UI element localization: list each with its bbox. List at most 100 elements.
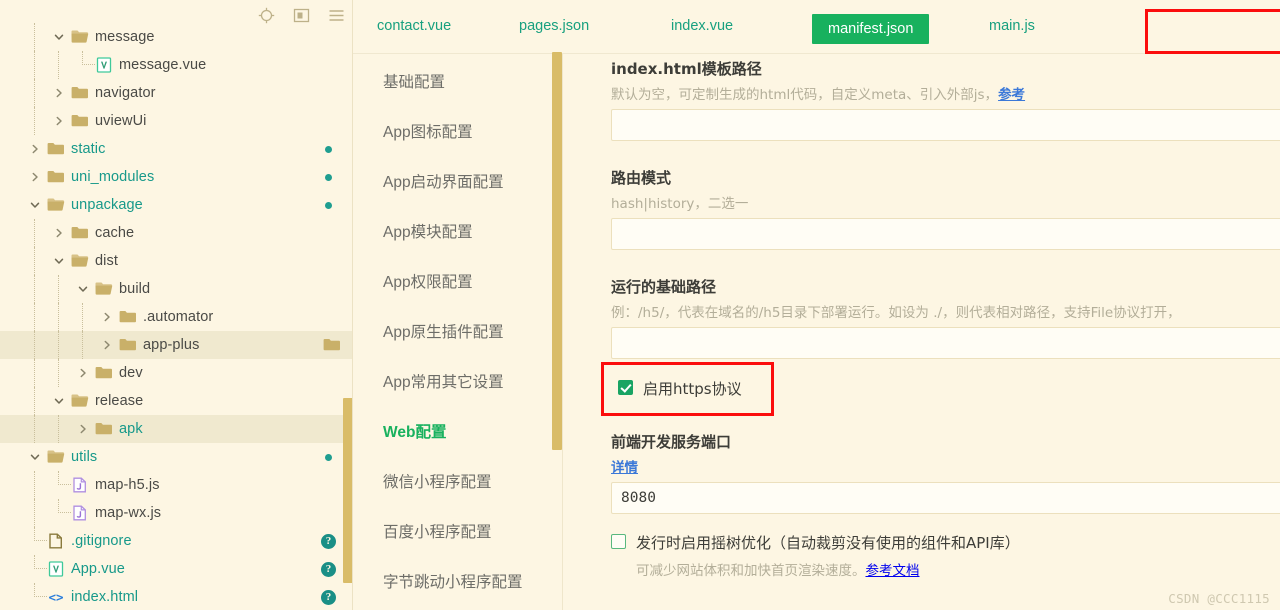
hint-text: 默认为空，可定制生成的html代码，自定义meta、引入外部js， xyxy=(611,87,999,103)
help-status-icon[interactable]: ? xyxy=(321,534,336,549)
folder-icon xyxy=(47,141,65,157)
help-status-icon[interactable]: ? xyxy=(321,562,336,577)
modified-status-dot xyxy=(325,174,332,181)
folder-icon xyxy=(71,225,89,241)
reference-link[interactable]: 参考 xyxy=(998,87,1025,103)
tab-main-js[interactable]: main.js xyxy=(989,18,1035,34)
template-path-input[interactable] xyxy=(611,109,1280,141)
tab-manifest-json[interactable]: manifest.json xyxy=(812,14,930,44)
tab-contact-vue[interactable]: contact.vue xyxy=(377,18,451,34)
web-config-form: index.html模板路径 默认为空，可定制生成的html代码，自定义meta… xyxy=(563,54,1280,610)
folder-icon xyxy=(119,337,137,353)
chevron-down-icon[interactable] xyxy=(29,199,41,211)
tree-item-label: uviewUi xyxy=(95,113,147,129)
folder-icon xyxy=(71,113,89,129)
tree-guide-line xyxy=(58,331,59,359)
config-nav-item-6[interactable]: App常用其它设置 xyxy=(383,370,504,392)
tree-item-uviewui[interactable]: uviewUi xyxy=(0,107,353,135)
base-path-input[interactable] xyxy=(611,327,1280,359)
config-nav-item-0[interactable]: 基础配置 xyxy=(383,70,445,92)
chevron-down-icon[interactable] xyxy=(53,31,65,43)
https-checkbox-row[interactable]: 启用https协议 xyxy=(618,378,742,399)
tree-item-cache[interactable]: cache xyxy=(0,219,353,247)
tree-item-map-wx-js[interactable]: map-wx.js xyxy=(0,499,353,527)
tree-item-gitignore[interactable]: .gitignore? xyxy=(0,527,353,555)
folder-icon xyxy=(47,169,65,185)
tree-guide-line xyxy=(34,275,35,303)
chevron-down-icon[interactable] xyxy=(53,255,65,267)
chevron-right-icon[interactable] xyxy=(29,171,41,183)
tree-item-index-html[interactable]: <> index.html? xyxy=(0,583,353,610)
config-nav-item-1[interactable]: App图标配置 xyxy=(383,120,473,142)
tree-item-release[interactable]: release xyxy=(0,387,353,415)
folder-icon xyxy=(47,197,65,213)
tree-item-label: utils xyxy=(71,449,98,465)
chevron-right-icon[interactable] xyxy=(53,87,65,99)
collapse-panel-icon[interactable] xyxy=(293,7,310,24)
chevron-right-icon[interactable] xyxy=(53,227,65,239)
tree-item-label: message.vue xyxy=(119,57,207,73)
tree-item-dist[interactable]: dist xyxy=(0,247,353,275)
field-base-path: 运行的基础路径 例：/h5/，代表在域名的/h5目录下部署运行。如设为 ./，则… xyxy=(611,276,1280,359)
field-router-mode-title: 路由模式 xyxy=(611,169,672,187)
config-nav-scrollbar[interactable] xyxy=(552,52,562,450)
chevron-right-icon[interactable] xyxy=(101,311,113,323)
tree-guide-line xyxy=(34,79,35,107)
config-nav-item-8[interactable]: 微信小程序配置 xyxy=(383,470,492,492)
tab-index-vue[interactable]: index.vue xyxy=(671,18,733,34)
tree-item-build[interactable]: build xyxy=(0,275,353,303)
chevron-down-icon[interactable] xyxy=(53,395,65,407)
tab-pages-json[interactable]: pages.json xyxy=(519,18,589,34)
tree-item-unpackage[interactable]: unpackage xyxy=(0,191,353,219)
tree-guide-line xyxy=(34,23,35,51)
field-dev-port-title: 前端开发服务端口 xyxy=(611,433,732,451)
chevron-right-icon[interactable] xyxy=(77,367,89,379)
tree-item-label: .gitignore xyxy=(71,533,132,549)
tree-item-app-plus[interactable]: app-plus xyxy=(0,331,353,359)
tree-item-app-vue[interactable]: App.vue? xyxy=(0,555,353,583)
config-nav-item-7[interactable]: Web配置 xyxy=(383,420,446,442)
tree-item-label: app-plus xyxy=(143,337,200,353)
tree-item-uni-modules[interactable]: uni_modules xyxy=(0,163,353,191)
tree-item-message-vue[interactable]: message.vue xyxy=(0,51,353,79)
treeshaking-checkbox-row[interactable]: 发行时启用摇树优化（自动裁剪没有使用的组件和API库） 可减少网站体积和加快首页… xyxy=(611,532,1020,579)
tree-guide-line xyxy=(82,303,83,331)
chevron-right-icon[interactable] xyxy=(53,115,65,127)
tree-guide-line xyxy=(34,303,35,331)
tree-item-label: dist xyxy=(95,253,118,269)
tree-item-apk[interactable]: apk xyxy=(0,415,353,443)
config-nav-item-5[interactable]: App原生插件配置 xyxy=(383,320,504,342)
tree-item-map-h5-js[interactable]: map-h5.js xyxy=(0,471,353,499)
locate-target-icon[interactable] xyxy=(258,7,275,24)
config-nav-item-9[interactable]: 百度小程序配置 xyxy=(383,520,492,542)
tree-item-message[interactable]: message xyxy=(0,23,353,51)
chevron-right-icon[interactable] xyxy=(29,143,41,155)
https-checkbox[interactable] xyxy=(618,380,633,395)
tree-item-utils[interactable]: utils xyxy=(0,443,353,471)
js-icon xyxy=(71,505,89,521)
tree-item-static[interactable]: static xyxy=(0,135,353,163)
config-nav-item-2[interactable]: App启动界面配置 xyxy=(383,170,504,192)
field-router-mode-hint: hash|history，二选一 xyxy=(611,196,749,212)
config-nav-item-10[interactable]: 字节跳动小程序配置 xyxy=(383,570,523,592)
reference-doc-link[interactable]: 参考文档 xyxy=(866,563,920,579)
config-nav-item-3[interactable]: App模块配置 xyxy=(383,220,473,242)
tree-item-navigator[interactable]: navigator xyxy=(0,79,353,107)
help-status-icon[interactable]: ? xyxy=(321,590,336,605)
tree-item-automator[interactable]: .automator xyxy=(0,303,353,331)
chevron-down-icon[interactable] xyxy=(29,451,41,463)
router-mode-input[interactable] xyxy=(611,218,1280,250)
chevron-right-icon[interactable] xyxy=(101,339,113,351)
modified-status-dot xyxy=(325,202,332,209)
treeshaking-checkbox[interactable] xyxy=(611,534,626,549)
dev-port-input[interactable]: 8080 xyxy=(611,482,1280,514)
details-link[interactable]: 详情 xyxy=(611,460,638,476)
hamburger-menu-icon[interactable] xyxy=(328,7,345,24)
field-template-path-hint: 默认为空，可定制生成的html代码，自定义meta、引入外部js，参考 xyxy=(611,83,1280,103)
chevron-right-icon[interactable] xyxy=(77,423,89,435)
config-nav-item-4[interactable]: App权限配置 xyxy=(383,270,473,292)
tree-elbow-line xyxy=(82,51,95,65)
chevron-down-icon[interactable] xyxy=(77,283,89,295)
vue-icon xyxy=(47,561,65,577)
tree-item-dev[interactable]: dev xyxy=(0,359,353,387)
